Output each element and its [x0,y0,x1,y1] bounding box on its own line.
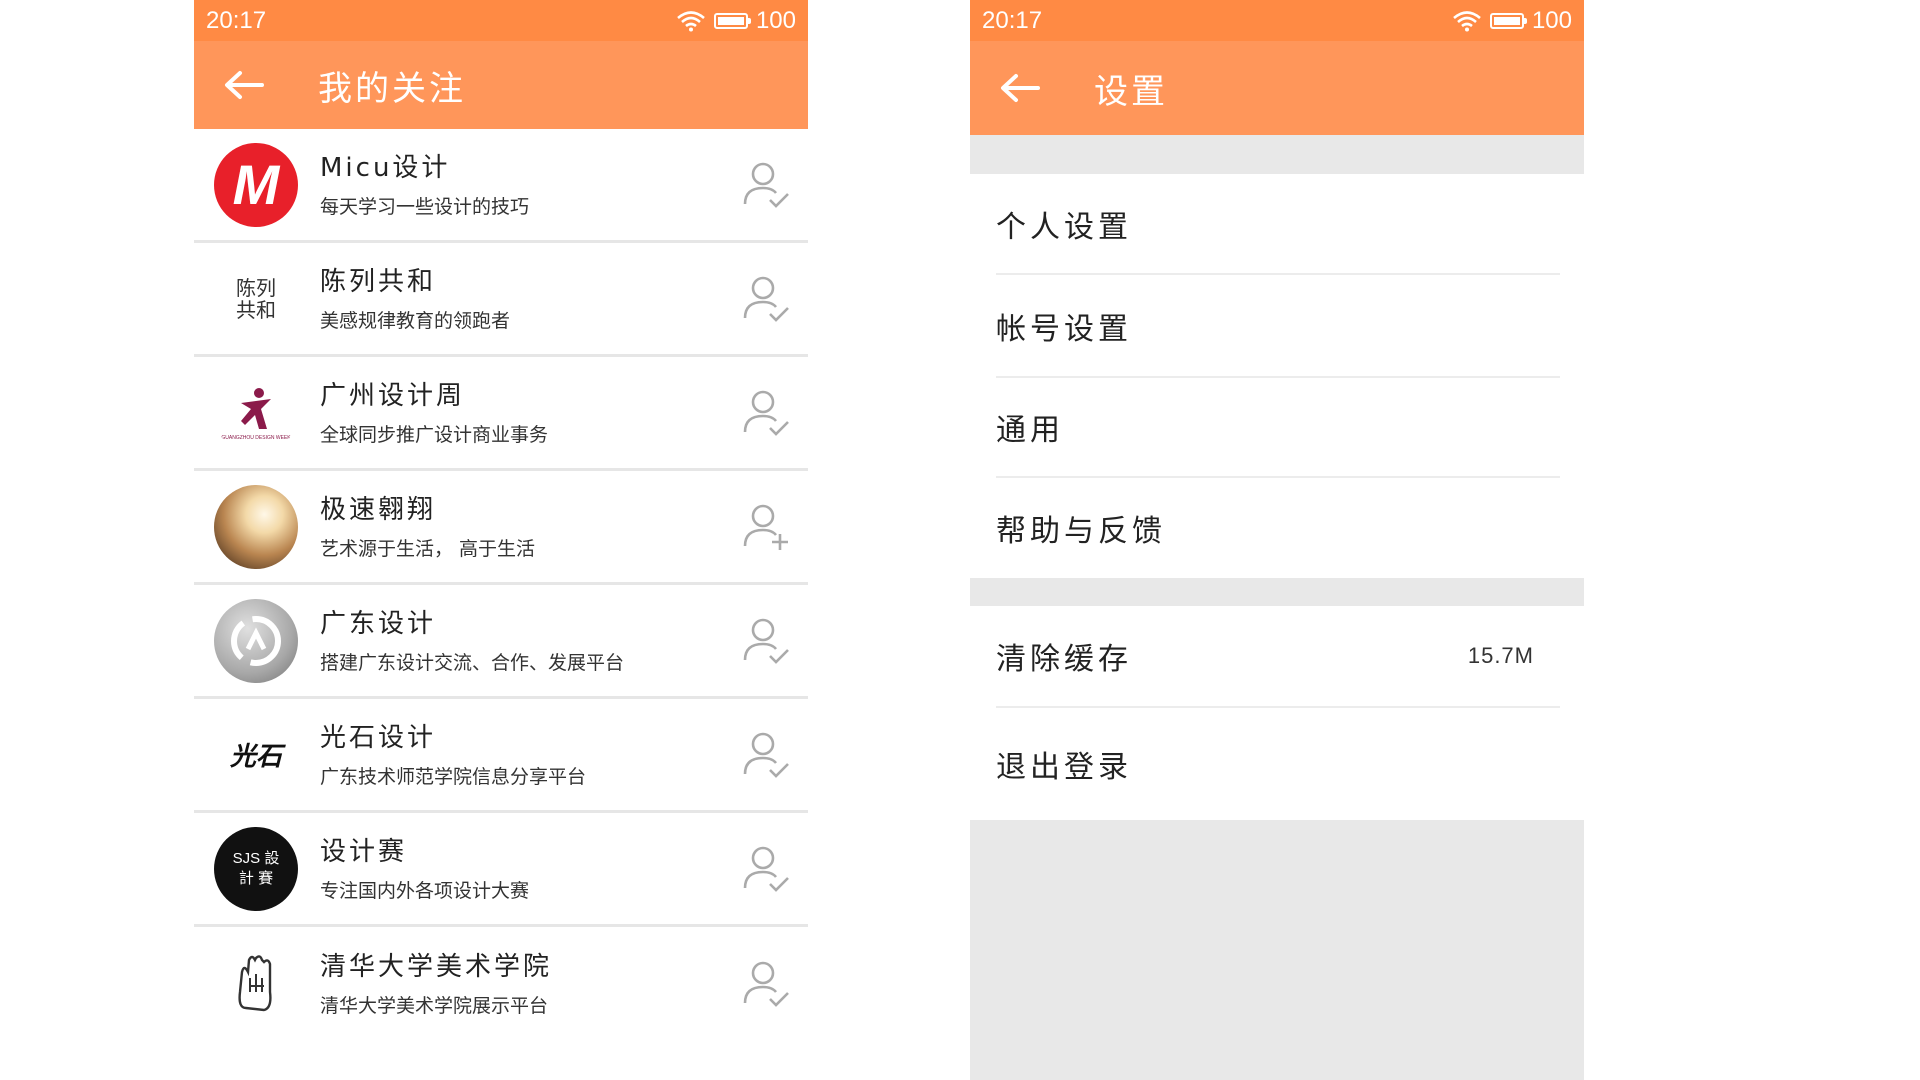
avatar-logo-sjs: SJS 設 計 賽 [232,849,280,887]
dancer-logo-icon [241,387,271,429]
account-description: 清华大学美术学院展示平台 [320,995,549,1017]
user-check-icon[interactable] [742,274,790,324]
status-indicators: 100 [1452,7,1572,35]
page-title: 设置 [1094,71,1168,112]
user-plus-icon[interactable] [742,502,790,552]
general-settings-item[interactable]: 通用 [996,378,1560,478]
account-description: 广东技术师范学院信息分享平台 [320,765,587,788]
settings-group-secondary: 清除缓存 15.7M 退出登录 [970,606,1584,820]
section-divider [970,578,1584,606]
list-item[interactable]: 广东设计 搭建广东设计交流、合作、发展平台 [194,585,808,699]
help-feedback-item[interactable]: 帮助与反馈 [996,478,1560,578]
personal-settings-item[interactable]: 个人设置 [996,174,1560,275]
avatar-caption: GUANGZHOU DESIGN WEEK [221,434,291,441]
avatar: 陈列共和 [214,256,298,341]
avatar: SJS 設 計 賽 [214,826,298,911]
avatar-calligraphy: 光石 [229,742,282,772]
account-name: 光石设计 [320,722,437,753]
avatar: 光石 [214,712,298,797]
status-time: 20:17 [206,6,267,34]
account-name: 广州设计周 [320,380,466,411]
list-item[interactable]: 极速翱翔 艺术源于生活， 高于生活 [194,471,808,585]
list-item[interactable]: 光石 光石设计 广东技术师范学院信息分享平台 [194,699,808,813]
wifi-icon [677,10,705,31]
user-check-icon[interactable] [742,959,790,1009]
avatar [214,598,298,683]
following-list: M Micu设计 每天学习一些设计的技巧 陈列共和 陈列共和 美感规律教育的领跑… [194,129,808,1041]
settings-item-label: 退出登录 [996,750,1132,785]
list-item[interactable]: M Micu设计 每天学习一些设计的技巧 [194,129,808,243]
account-description: 美感规律教育的领跑者 [320,309,511,332]
avatar-logo-m: M [232,153,280,216]
cache-size-value: 15.7M [1467,643,1534,668]
status-bar: 20:17 100 [194,0,808,41]
account-name: Micu设计 [320,152,451,183]
account-name: 设计赛 [320,836,408,867]
settings-item-label: 通用 [996,413,1064,448]
hand-seal-logo-icon [238,955,272,1012]
settings-item-label: 帐号设置 [996,311,1132,347]
account-description: 专注国内外各项设计大赛 [320,879,530,902]
user-check-icon[interactable] [742,616,790,666]
account-description: 全球同步推广设计商业事务 [320,423,549,446]
settings-item-label: 清除缓存 [996,642,1132,677]
settings-item-label: 个人设置 [996,209,1132,245]
page-title: 我的关注 [318,68,466,109]
battery-icon [1489,12,1527,29]
settings-item-label: 帮助与反馈 [996,514,1166,549]
title-bar: 我的关注 [194,41,808,129]
avatar-photo [214,484,298,569]
section-divider [970,135,1584,174]
avatar [214,942,298,1026]
user-check-icon[interactable] [742,844,790,894]
account-name: 极速翱翔 [320,494,437,525]
account-description: 艺术源于生活， 高于生活 [320,537,536,560]
user-check-icon[interactable] [742,160,790,210]
status-indicators: 100 [676,7,796,35]
back-arrow-icon[interactable] [998,72,1042,104]
list-item[interactable]: 陈列共和 陈列共和 美感规律教育的领跑者 [194,243,808,357]
avatar-calligraphy: 陈列共和 [236,275,276,322]
avatar: M [214,142,298,227]
list-item[interactable]: GUANGZHOU DESIGN WEEK 广州设计周 全球同步推广设计商业事务 [194,357,808,471]
battery-level: 100 [755,6,796,34]
status-bar: 20:17 100 [970,0,1584,41]
user-check-icon[interactable] [742,388,790,438]
account-name: 陈列共和 [320,266,437,297]
status-time: 20:17 [982,6,1043,34]
list-item[interactable]: 清华大学美术学院 清华大学美术学院展示平台 [194,927,808,1041]
swirl-logo-icon [231,615,281,666]
battery-level: 100 [1531,6,1572,34]
logout-item[interactable]: 退出登录 [996,708,1560,820]
settings-screen: 20:17 100 设置 个人设置 帐号设置 通用 帮助与反馈 清除缓存 15.… [970,0,1584,1080]
settings-group-main: 个人设置 帐号设置 通用 帮助与反馈 [970,174,1584,578]
user-check-icon[interactable] [742,730,790,780]
battery-icon [713,12,751,29]
account-name: 清华大学美术学院 [320,952,553,982]
clear-cache-item[interactable]: 清除缓存 15.7M [996,606,1560,708]
following-screen: 20:17 100 我的关注 M Micu设计 每天学习一些设计的技巧 陈列共和… [194,0,808,1080]
avatar: GUANGZHOU DESIGN WEEK [214,370,298,455]
account-description: 每天学习一些设计的技巧 [320,195,530,218]
title-bar: 设置 [970,41,1584,135]
wifi-icon [1453,10,1481,31]
account-description: 搭建广东设计交流、合作、发展平台 [320,651,625,674]
back-arrow-icon[interactable] [222,69,266,101]
account-settings-item[interactable]: 帐号设置 [996,275,1560,378]
account-name: 广东设计 [320,608,437,639]
list-item[interactable]: SJS 設 計 賽 设计赛 专注国内外各项设计大赛 [194,813,808,927]
